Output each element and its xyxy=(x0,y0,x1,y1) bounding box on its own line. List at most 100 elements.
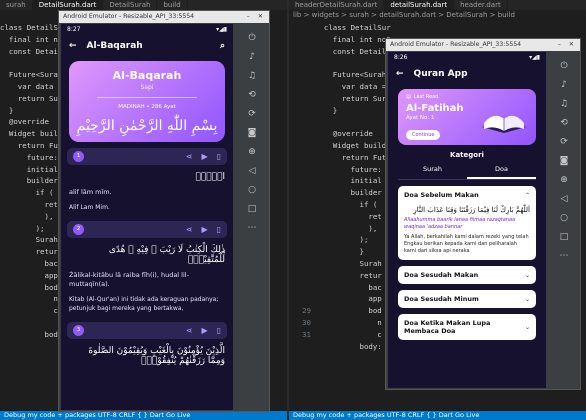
zoom-icon[interactable]: ⊕ xyxy=(558,174,570,186)
zoom-icon[interactable]: ⊕ xyxy=(246,146,258,158)
window-controls[interactable]: – ✕ xyxy=(558,39,580,51)
rotate-right-icon[interactable]: ⟳ xyxy=(558,136,570,148)
tab-surah[interactable]: Surah xyxy=(398,165,467,179)
back-icon[interactable]: ◁ xyxy=(246,165,258,177)
last-read-card[interactable]: ▤ Last Read Al-Fatihah Ayat No: 1 Continu… xyxy=(398,89,536,145)
code-text: Surah xyxy=(315,258,382,268)
code-text: n xyxy=(0,294,58,304)
emulator-titlebar[interactable]: Android Emulator - Resizable_API_33:5554… xyxy=(59,11,269,23)
play-icon[interactable]: ▶ xyxy=(201,326,207,335)
chevron-up-icon[interactable]: ⌃ xyxy=(525,192,530,199)
back-arrow-icon[interactable]: ← xyxy=(396,69,404,79)
code-text: app xyxy=(315,294,382,304)
doa-item[interactable]: Doa Sebelum Makan ⌃ اَللّٰهُمَّ بَارِكْ ل… xyxy=(398,186,536,260)
code-text: ); xyxy=(315,235,369,245)
code-text: return Sur xyxy=(315,93,387,103)
volume-up-icon[interactable]: ♪ xyxy=(246,51,258,63)
ayat-number: 3 xyxy=(73,325,84,336)
editor-tab[interactable]: DetailSurah.dart xyxy=(32,0,104,10)
doa-item[interactable]: Doa Ketika Makan Lupa Membaca Doa ⌄ xyxy=(398,314,536,340)
back-arrow-icon[interactable]: ← xyxy=(69,41,77,51)
kategori-heading: Kategori xyxy=(450,151,484,159)
right-status-bar: Debug my code + packages UTF-8 CRLF { } … xyxy=(289,411,586,420)
surah-meaning: Sapi xyxy=(140,84,154,91)
more-icon[interactable]: ⋯ xyxy=(558,250,570,262)
search-icon[interactable]: ⌕ xyxy=(220,41,225,51)
code-text: builder xyxy=(0,176,58,186)
power-icon[interactable]: ⏻ xyxy=(246,32,258,44)
doa-item[interactable]: Doa Sesudah Minum ⌄ xyxy=(398,290,536,308)
play-icon[interactable]: ▶ xyxy=(201,152,207,161)
ayat-latin: alif lām mīm. xyxy=(69,188,112,196)
camera-icon[interactable]: ◙ xyxy=(558,155,570,167)
code-text: return Futu xyxy=(315,152,391,162)
editor-tab[interactable]: DetailSurah xyxy=(103,0,158,10)
rotate-left-icon[interactable]: ⟲ xyxy=(558,117,570,129)
editor-tab[interactable]: surah xyxy=(0,0,33,10)
app-bar: ← Quran App xyxy=(388,63,546,85)
emulator-window-right: Android Emulator - Resizable_API_33:5554… xyxy=(385,38,581,390)
surah-name: Al-Baqarah xyxy=(112,69,182,82)
book-icon: ▤ xyxy=(406,94,411,100)
ayat-translation: Kitab (Al-Qur'an) ini tidak ada keraguan… xyxy=(69,296,219,312)
rotate-right-icon[interactable]: ⟳ xyxy=(246,108,258,120)
category-tabs: Surah Doa xyxy=(398,165,536,180)
share-icon[interactable]: ⋖ xyxy=(186,152,193,161)
chevron-down-icon[interactable]: ⌄ xyxy=(525,296,530,303)
code-text: future: xyxy=(0,152,58,162)
editor-tab[interactable]: build xyxy=(157,0,188,10)
doa-title: Doa Sesudah Minum xyxy=(404,295,479,303)
ayat-latin: Żālikal-kitābu lā raiba fīh(i), hudal li… xyxy=(69,271,189,288)
chevron-down-icon[interactable]: ⌄ xyxy=(525,324,530,331)
code-text: bac xyxy=(315,282,382,292)
code-text: app xyxy=(0,270,58,280)
emulator-sidebar: ⏻ ♪ ♫ ⟲ ⟳ ◙ ⊕ ◁ ○ □ ⋯ xyxy=(548,52,580,388)
editor-tab[interactable]: header.dart xyxy=(454,0,508,10)
back-icon[interactable]: ◁ xyxy=(558,193,570,205)
more-icon[interactable]: ⋯ xyxy=(246,222,258,234)
home-icon[interactable]: ○ xyxy=(558,212,570,224)
doa-item[interactable]: Doa Sesudah Makan ⌄ xyxy=(398,266,536,284)
continue-button[interactable]: Continue xyxy=(406,130,441,140)
home-icon[interactable]: ○ xyxy=(246,184,258,196)
surah-info: MADINAH • 286 Ayat xyxy=(118,104,176,110)
bookmark-icon[interactable]: ▯ xyxy=(217,326,221,335)
overview-icon[interactable]: □ xyxy=(558,231,570,243)
volume-down-icon[interactable]: ♫ xyxy=(558,98,570,110)
volume-down-icon[interactable]: ♫ xyxy=(246,70,258,82)
power-icon[interactable]: ⏻ xyxy=(558,60,570,72)
editor-tab[interactable]: headerDetailSurah.dart xyxy=(289,0,385,10)
code-text: n xyxy=(315,317,382,327)
camera-icon[interactable]: ◙ xyxy=(246,127,258,139)
desktop: surah DetailSurah.dart DetailSurah build… xyxy=(0,0,586,420)
window-controls[interactable]: – ✕ xyxy=(247,11,269,23)
code-text: Widget build( xyxy=(315,140,391,150)
overview-icon[interactable]: □ xyxy=(246,203,258,215)
emulator-title: Android Emulator - Resizable_API_33:5554 xyxy=(63,13,195,20)
ayat-translation: Alif Lam Mim. xyxy=(69,204,110,211)
code-text: } xyxy=(315,247,364,257)
emulator-titlebar[interactable]: Android Emulator - Resizable_API_33:5554… xyxy=(386,39,580,51)
chevron-down-icon[interactable]: ⌄ xyxy=(525,272,530,279)
code-line[interactable]: class DetailSur xyxy=(289,22,586,34)
play-icon[interactable]: ▶ xyxy=(201,225,207,234)
breadcrumb[interactable]: lib > widgets > surah > detailSurah.dart… xyxy=(289,10,586,20)
code-text: if ( xyxy=(315,199,378,209)
bookmark-icon[interactable]: ▯ xyxy=(217,152,221,161)
code-text: initial xyxy=(0,164,58,174)
volume-up-icon[interactable]: ♪ xyxy=(558,79,570,91)
code-text: retur xyxy=(315,270,382,280)
editor-tab[interactable]: detailSurah.dart xyxy=(384,0,455,10)
phone-screen: 8:27 ▾◢▮ ← Al-Baqarah ⌕ Al-Baqarah Sapi … xyxy=(61,24,233,410)
share-icon[interactable]: ⋖ xyxy=(186,326,193,335)
code-text: Future<Surah> xyxy=(0,70,67,80)
share-icon[interactable]: ⋖ xyxy=(186,225,193,234)
ayat-arabic: الۤمّۤ xyxy=(195,172,225,182)
code-text: Surah xyxy=(0,235,58,245)
tab-doa[interactable]: Doa xyxy=(467,165,536,179)
code-text: ), xyxy=(315,223,378,233)
rotate-left-icon[interactable]: ⟲ xyxy=(246,89,258,101)
status-time: 8:26 xyxy=(394,54,408,61)
doa-latin: Allaahumma baarik lanaa fiimaa razaqtana… xyxy=(404,217,516,230)
bookmark-icon[interactable]: ▯ xyxy=(217,225,221,234)
